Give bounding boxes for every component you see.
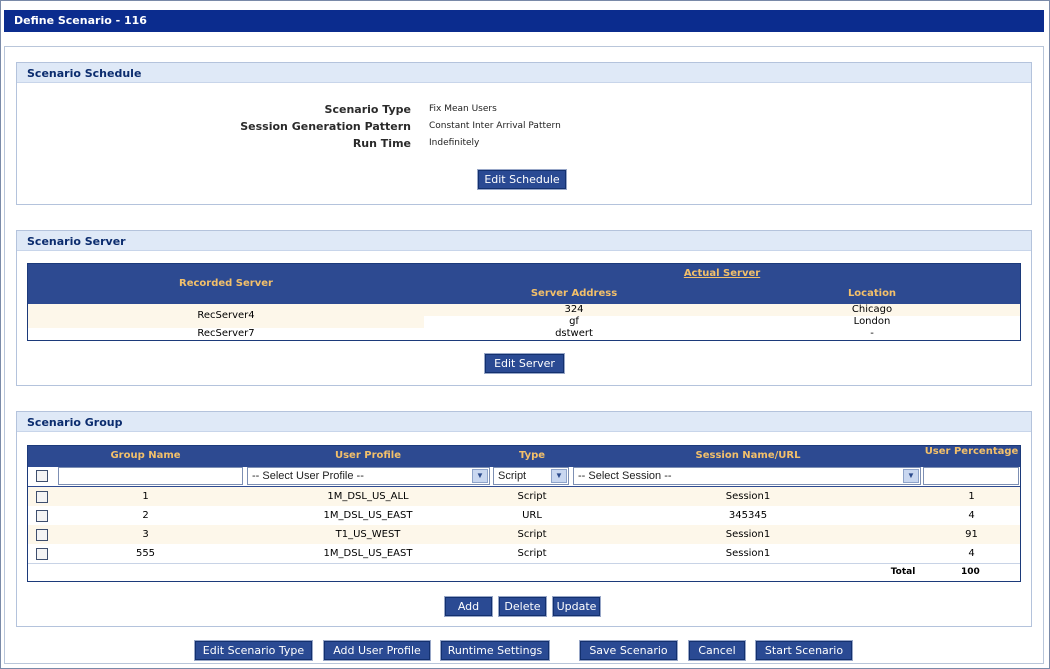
- header-recorded-server: Recorded Server: [179, 278, 273, 289]
- type-cell: Script: [517, 491, 547, 502]
- user-percentage-cell: 1: [968, 491, 975, 502]
- session-cell: Session1: [725, 491, 771, 502]
- edit-server-button[interactable]: Edit Server: [484, 353, 565, 374]
- scenario-schedule-section: Scenario Schedule Scenario Type Fix Mean…: [16, 62, 1032, 205]
- field-value: Fix Mean Users: [429, 104, 497, 114]
- recorded-server-cell: RecServer7: [197, 328, 255, 339]
- user-percentage-cell: 4: [968, 510, 975, 521]
- server-address-cell: 324: [564, 304, 584, 315]
- header-user-percentage: User Percentage: [924, 446, 1019, 457]
- scenario-group-section: Scenario Group Group Name User Profile T…: [16, 411, 1032, 627]
- group-name-cell: 2: [142, 510, 149, 521]
- update-button[interactable]: Update: [552, 596, 601, 617]
- section-title: Scenario Server: [17, 231, 1031, 251]
- session-select[interactable]: -- Select Session -- ▼: [573, 467, 921, 485]
- cancel-button[interactable]: Cancel: [688, 640, 746, 661]
- session-cell: Session1: [725, 529, 771, 540]
- recorded-server-cell: RecServer4: [197, 310, 255, 321]
- type-cell: Script: [517, 548, 547, 559]
- location-cell: -: [870, 328, 874, 339]
- scenario-server-section: Scenario Server Recorded Server Actual S…: [16, 230, 1032, 386]
- user-percentage-cell: 91: [965, 529, 978, 540]
- row-checkbox[interactable]: [36, 510, 48, 522]
- delete-button[interactable]: Delete: [498, 596, 547, 617]
- row-checkbox[interactable]: [36, 529, 48, 541]
- field-value: Constant Inter Arrival Pattern: [429, 121, 561, 131]
- session-cell: 345345: [728, 510, 768, 521]
- type-select[interactable]: Script ▼: [493, 467, 569, 485]
- field-label: Scenario Type: [324, 103, 411, 116]
- runtime-settings-button[interactable]: Runtime Settings: [440, 640, 550, 661]
- header-location: Location: [847, 288, 897, 299]
- row-checkbox[interactable]: [36, 548, 48, 560]
- header-server-address: Server Address: [530, 288, 618, 299]
- divider: [28, 563, 1020, 564]
- select-value: Script: [498, 470, 527, 482]
- server-table: Recorded Server Actual Server Server Add…: [27, 263, 1021, 341]
- header-group-name: Group Name: [110, 450, 181, 461]
- chevron-down-icon[interactable]: ▼: [551, 469, 567, 483]
- server-table-header: Recorded Server Actual Server Server Add…: [28, 264, 1020, 304]
- window-title: Define Scenario - 116: [4, 10, 1044, 32]
- user-percentage-input[interactable]: [923, 467, 1019, 485]
- group-table: Group Name User Profile Type Session Nam…: [27, 445, 1021, 582]
- user-profile-select[interactable]: -- Select User Profile -- ▼: [247, 467, 490, 485]
- row-checkbox[interactable]: [36, 491, 48, 503]
- chevron-down-icon[interactable]: ▼: [903, 469, 919, 483]
- field-label: Session Generation Pattern: [240, 120, 411, 133]
- session-cell: Session1: [725, 548, 771, 559]
- section-title: Scenario Group: [17, 412, 1031, 432]
- server-address-cell: dstwert: [555, 328, 593, 339]
- header-session: Session Name/URL: [695, 450, 801, 461]
- save-scenario-button[interactable]: Save Scenario: [579, 640, 678, 661]
- field-value: Indefinitely: [429, 138, 480, 148]
- user-profile-cell: 1M_DSL_US_EAST: [323, 510, 413, 521]
- edit-schedule-button[interactable]: Edit Schedule: [477, 169, 567, 190]
- header-user-profile: User Profile: [334, 450, 402, 461]
- chevron-down-icon[interactable]: ▼: [472, 469, 488, 483]
- group-name-cell: 1: [142, 491, 149, 502]
- field-label: Run Time: [352, 137, 411, 150]
- type-cell: Script: [517, 529, 547, 540]
- type-cell: URL: [522, 510, 542, 521]
- select-value: -- Select Session --: [578, 470, 672, 482]
- group-table-header: Group Name User Profile Type Session Nam…: [28, 446, 1020, 467]
- server-address-cell: gf: [569, 316, 579, 327]
- user-profile-cell: T1_US_WEST: [335, 529, 401, 540]
- start-scenario-button[interactable]: Start Scenario: [755, 640, 853, 661]
- section-title: Scenario Schedule: [17, 63, 1031, 83]
- total-value: 100: [961, 567, 980, 577]
- add-user-profile-button[interactable]: Add User Profile: [323, 640, 431, 661]
- select-value: -- Select User Profile --: [252, 470, 364, 482]
- group-name-cell: 3: [142, 529, 149, 540]
- window-frame: Define Scenario - 116 Scenario Schedule …: [0, 0, 1050, 669]
- header-actual-server-link[interactable]: Actual Server: [424, 268, 1020, 279]
- group-name-cell: 555: [135, 548, 156, 559]
- user-percentage-cell: 4: [968, 548, 975, 559]
- user-profile-cell: 1M_DSL_US_ALL: [327, 491, 409, 502]
- location-cell: Chicago: [851, 304, 893, 315]
- header-type: Type: [518, 450, 546, 461]
- group-name-input[interactable]: [58, 467, 243, 485]
- location-cell: London: [853, 316, 891, 327]
- edit-scenario-type-button[interactable]: Edit Scenario Type: [194, 640, 313, 661]
- select-all-checkbox[interactable]: [36, 470, 48, 482]
- user-profile-cell: 1M_DSL_US_EAST: [323, 548, 413, 559]
- add-button[interactable]: Add: [444, 596, 493, 617]
